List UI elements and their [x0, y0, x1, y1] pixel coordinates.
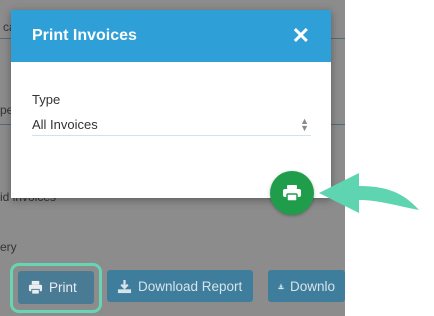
print-icon	[283, 185, 301, 202]
print-label: Print	[49, 280, 77, 295]
download-icon	[278, 283, 284, 289]
type-select[interactable]: All Invoices ▲ ▼	[32, 114, 311, 136]
modal-title: Print Invoices	[32, 27, 137, 44]
pointer-arrow	[319, 173, 419, 213]
download-button[interactable]: Downlo	[268, 270, 345, 302]
print-icon	[28, 280, 43, 295]
type-label: Type	[32, 92, 61, 107]
close-icon[interactable]: ✕	[292, 25, 310, 47]
download-label: Downlo	[289, 278, 335, 294]
select-chevron-icon: ▲ ▼	[300, 115, 309, 133]
print-fab-button[interactable]	[270, 171, 314, 215]
type-select-value: All Invoices	[32, 117, 98, 132]
print-invoices-modal: Print Invoices ✕ Type All Invoices ▲ ▼	[11, 10, 331, 198]
modal-header: Print Invoices ✕	[11, 10, 331, 62]
download-report-label: Download Report	[138, 278, 243, 294]
download-icon	[117, 279, 132, 293]
download-report-button[interactable]: Download Report	[107, 270, 253, 302]
print-button[interactable]: Print	[18, 271, 94, 304]
